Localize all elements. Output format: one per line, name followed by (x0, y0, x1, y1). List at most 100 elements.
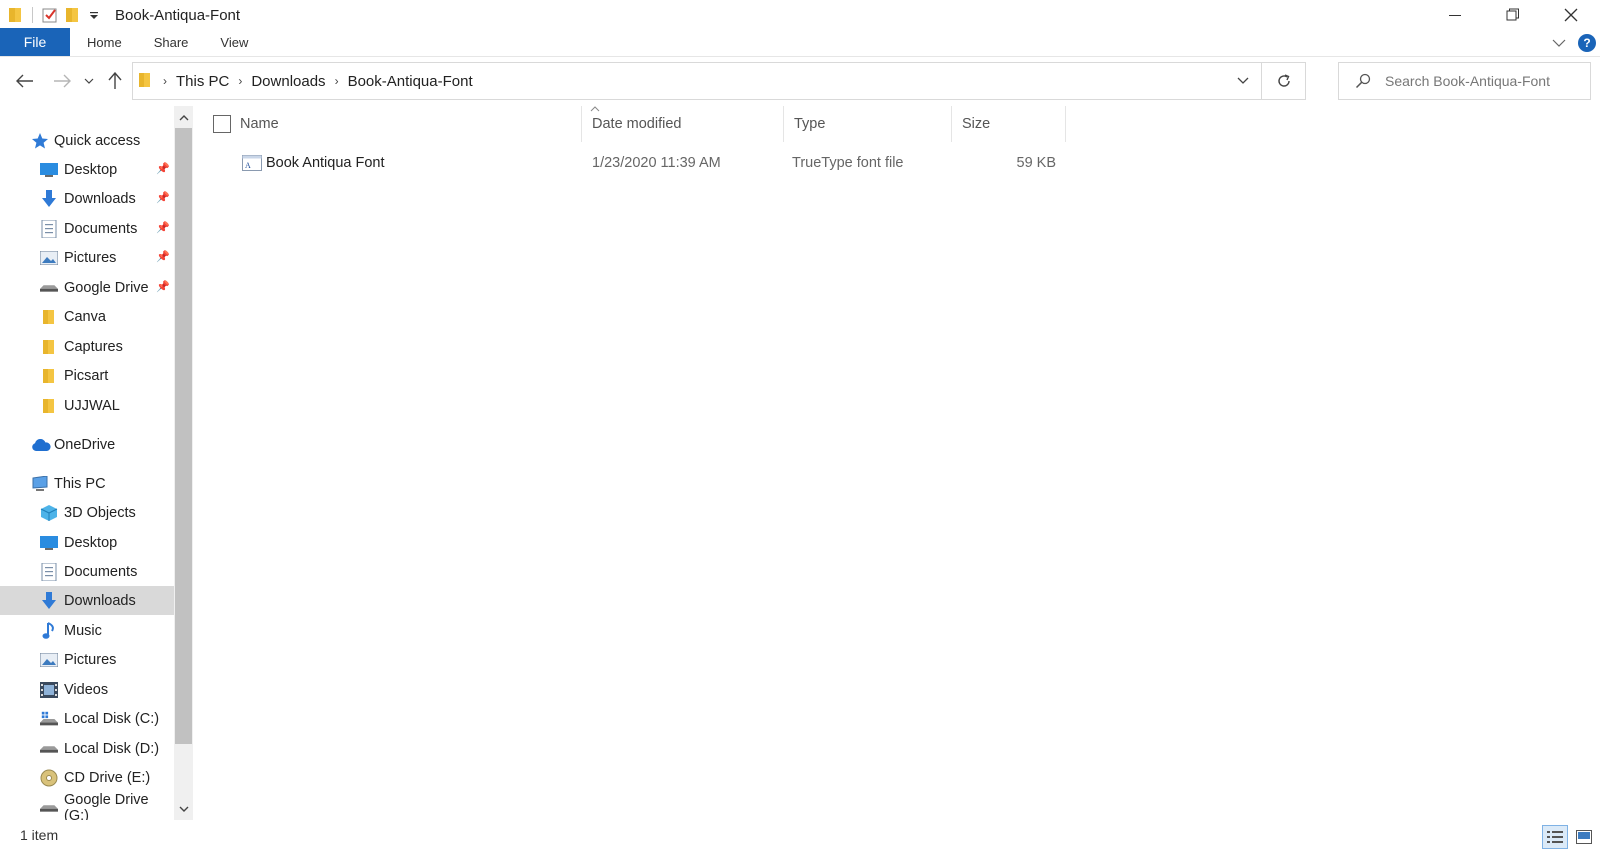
sidebar-item-music[interactable]: Music (0, 616, 174, 645)
breadcrumb-this-pc[interactable]: This PC (176, 73, 229, 90)
tab-file[interactable]: File (0, 28, 70, 56)
navigation-pane: Quick access Desktop 📌 Downloads 📌 Docum… (0, 106, 174, 820)
sidebar-item-label: Videos (64, 681, 109, 698)
expand-ribbon-button[interactable] (1552, 35, 1566, 51)
sidebar-item-downloads[interactable]: Downloads 📌 (0, 184, 174, 213)
download-icon (40, 592, 58, 610)
sidebar-item-canva[interactable]: Canva (0, 302, 174, 331)
sidebar-item-this-pc[interactable]: This PC (0, 469, 174, 498)
sidebar-item-local-disk-d[interactable]: Local Disk (D:) (0, 734, 174, 763)
sidebar-item-downloads[interactable]: Downloads (0, 586, 174, 615)
file-name[interactable]: Book Antiqua Font (266, 148, 385, 178)
videos-icon (40, 681, 58, 699)
pictures-icon (40, 249, 58, 267)
sidebar-item-label: Canva (64, 308, 106, 325)
tab-view[interactable]: View (204, 28, 264, 56)
navigation-bar: › This PC › Downloads › Book-Antiqua-Fon… (0, 62, 1600, 100)
up-button[interactable] (102, 62, 128, 100)
search-icon (1355, 73, 1371, 89)
sidebar-item-captures[interactable]: Captures (0, 332, 174, 361)
drive-icon (40, 799, 58, 817)
sidebar-item-local-disk-c[interactable]: Local Disk (C:) (0, 704, 174, 733)
pin-icon[interactable]: 📌 (156, 250, 170, 263)
large-icons-view-button[interactable] (1571, 825, 1597, 849)
select-all-checkbox[interactable] (213, 115, 231, 133)
restore-icon (1506, 8, 1519, 21)
sidebar-item-label: Downloads (64, 190, 136, 207)
pin-icon[interactable]: 📌 (156, 280, 170, 293)
title-bar: Book-Antiqua-Font (0, 0, 1600, 30)
column-header-type[interactable]: Type (784, 106, 952, 142)
download-icon (40, 190, 58, 208)
sidebar-item-3d-objects[interactable]: 3D Objects (0, 498, 174, 527)
minimize-button[interactable] (1426, 0, 1484, 30)
folder-icon (40, 367, 58, 385)
minimize-icon (1449, 15, 1461, 16)
sidebar-item-pictures[interactable]: Pictures 📌 (0, 243, 174, 272)
column-header-name[interactable]: Name (230, 106, 582, 142)
sidebar-scrollbar[interactable] (174, 106, 193, 820)
help-button[interactable]: ? (1578, 33, 1596, 52)
close-icon (1564, 8, 1578, 22)
new-folder-icon[interactable] (61, 4, 83, 26)
back-button[interactable] (10, 62, 40, 100)
breadcrumb-downloads[interactable]: Downloads (251, 73, 325, 90)
sidebar-item-documents[interactable]: Documents (0, 557, 174, 586)
forward-button[interactable] (47, 62, 77, 100)
details-view-icon (1547, 831, 1563, 843)
customize-dropdown-icon[interactable] (83, 4, 105, 26)
sidebar-item-onedrive[interactable]: OneDrive (0, 430, 174, 459)
recent-locations-button[interactable] (80, 62, 98, 100)
cd-drive-icon (40, 769, 58, 787)
sidebar-item-videos[interactable]: Videos (0, 675, 174, 704)
refresh-button[interactable] (1262, 62, 1306, 100)
documents-icon (40, 563, 58, 581)
sidebar-item-google-drive[interactable]: Google Drive 📌 (0, 273, 174, 302)
sidebar-item-label: Downloads (64, 592, 136, 609)
sidebar-item-label: Google Drive (G:) (64, 791, 149, 821)
pin-icon[interactable]: 📌 (156, 221, 170, 234)
sidebar-item-desktop[interactable]: Desktop 📌 (0, 155, 174, 184)
close-button[interactable] (1542, 0, 1600, 30)
scrollbar-thumb[interactable] (175, 128, 192, 744)
sidebar-item-label: Desktop (64, 534, 118, 551)
properties-checkmark-icon[interactable] (39, 4, 61, 26)
address-history-button[interactable] (1225, 63, 1261, 99)
chevron-right-icon: › (334, 74, 339, 88)
drive-icon (40, 740, 58, 758)
sidebar-item-label: Pictures (64, 651, 117, 668)
star-icon (31, 132, 49, 150)
sidebar-item-google-drive-g[interactable]: Google Drive (G:) (0, 791, 174, 821)
pin-icon[interactable]: 📌 (156, 162, 170, 175)
folder-icon (139, 72, 151, 91)
maximize-button[interactable] (1484, 0, 1542, 30)
chevron-right-icon: › (163, 74, 167, 88)
tab-home[interactable]: Home (70, 28, 138, 56)
sidebar-item-label: Music (64, 622, 102, 639)
chevron-down-icon (1237, 77, 1249, 84)
folder-icon (40, 397, 58, 415)
sidebar-item-ujjwal[interactable]: UJJWAL (0, 391, 174, 420)
chevron-up-icon (179, 114, 188, 120)
sidebar-item-quick-access[interactable]: Quick access (0, 126, 174, 155)
sidebar-item-desktop[interactable]: Desktop (0, 528, 174, 557)
sidebar-item-cd-drive-e[interactable]: CD Drive (E:) (0, 763, 174, 792)
sidebar-item-pictures[interactable]: Pictures (0, 645, 174, 674)
file-row[interactable]: A Book Antiqua Font 1/23/2020 11:39 AM T… (200, 148, 1070, 178)
pictures-icon (40, 651, 58, 669)
breadcrumb-current-folder[interactable]: Book-Antiqua-Font (348, 73, 473, 90)
column-header-size[interactable]: Size (952, 106, 1066, 142)
sidebar-item-label: Local Disk (C:) (64, 710, 160, 727)
scroll-down-button[interactable] (174, 800, 193, 818)
tab-share[interactable]: Share (138, 28, 205, 56)
pin-icon[interactable]: 📌 (156, 191, 170, 204)
address-bar[interactable]: › This PC › Downloads › Book-Antiqua-Fon… (132, 62, 1262, 100)
details-view-button[interactable] (1542, 825, 1568, 849)
sidebar-item-documents[interactable]: Documents 📌 (0, 214, 174, 243)
divider (32, 7, 33, 23)
scroll-up-button[interactable] (174, 108, 193, 126)
folder-icon (4, 4, 26, 26)
search-box[interactable]: Search Book-Antiqua-Font (1338, 62, 1591, 100)
column-header-date-modified[interactable]: Date modified (582, 106, 784, 142)
sidebar-item-picsart[interactable]: Picsart (0, 361, 174, 390)
